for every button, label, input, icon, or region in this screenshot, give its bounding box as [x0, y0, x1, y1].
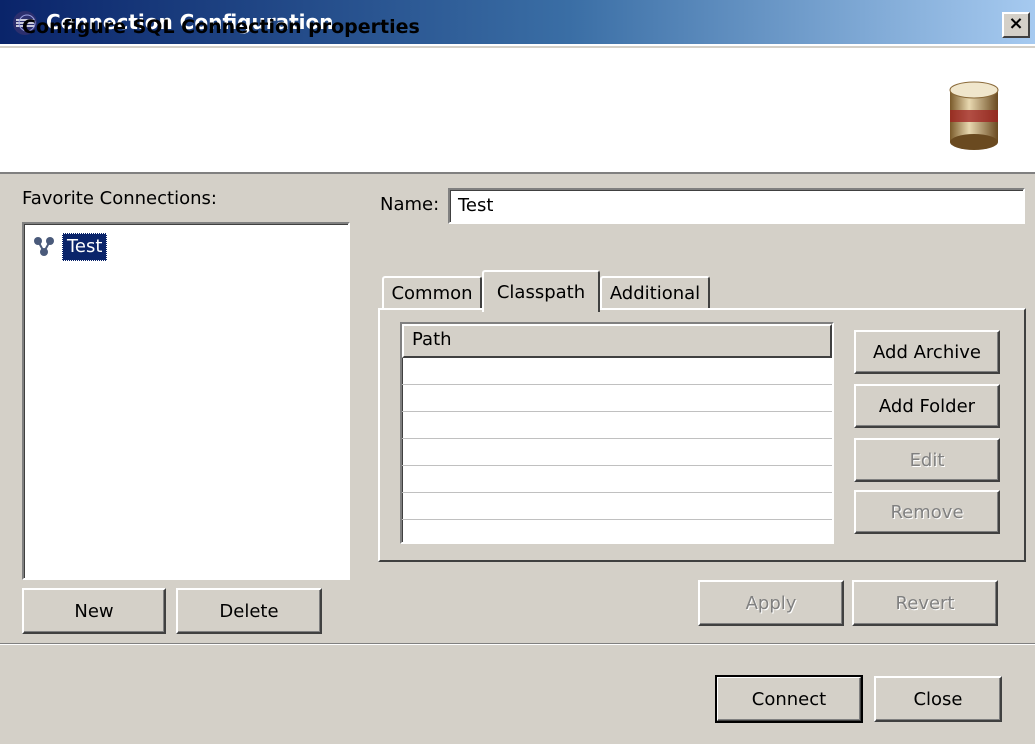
name-label: Name: — [380, 194, 440, 215]
name-input[interactable]: Test — [448, 188, 1025, 224]
classpath-table[interactable]: Path — [400, 322, 834, 544]
list-item[interactable]: Test — [32, 232, 108, 262]
connect-button[interactable]: Connect — [715, 675, 863, 723]
tab-additional[interactable]: Additional — [600, 276, 710, 310]
apply-button[interactable]: Apply — [698, 580, 844, 626]
tab-classpath[interactable]: Classpath — [482, 270, 600, 312]
separator — [0, 643, 1035, 645]
table-row[interactable] — [402, 520, 832, 542]
header-title: Configure SQL Connection properties — [22, 16, 420, 38]
add-folder-button[interactable]: Add Folder — [854, 384, 1000, 428]
connection-icon — [34, 237, 54, 256]
add-archive-button[interactable]: Add Archive — [854, 330, 1000, 374]
table-row[interactable] — [402, 358, 832, 385]
table-row[interactable] — [402, 412, 832, 439]
edit-button[interactable]: Edit — [854, 438, 1000, 482]
database-icon — [949, 81, 999, 150]
list-item-label: Test — [62, 233, 108, 261]
remove-button[interactable]: Remove — [854, 490, 1000, 534]
table-row[interactable] — [402, 385, 832, 412]
close-button[interactable]: Close — [874, 676, 1002, 722]
new-button[interactable]: New — [22, 588, 166, 634]
table-row[interactable] — [402, 493, 832, 520]
path-column-header[interactable]: Path — [402, 324, 832, 358]
revert-button[interactable]: Revert — [852, 580, 998, 626]
table-row[interactable] — [402, 466, 832, 493]
table-row[interactable] — [402, 439, 832, 466]
favorite-connections-label: Favorite Connections: — [22, 188, 217, 209]
dialog-header — [0, 48, 1035, 174]
favorite-connections-list[interactable]: Test — [22, 222, 350, 580]
close-window-button[interactable]: × — [1002, 12, 1030, 38]
delete-button[interactable]: Delete — [176, 588, 322, 634]
tab-common[interactable]: Common — [382, 276, 482, 310]
